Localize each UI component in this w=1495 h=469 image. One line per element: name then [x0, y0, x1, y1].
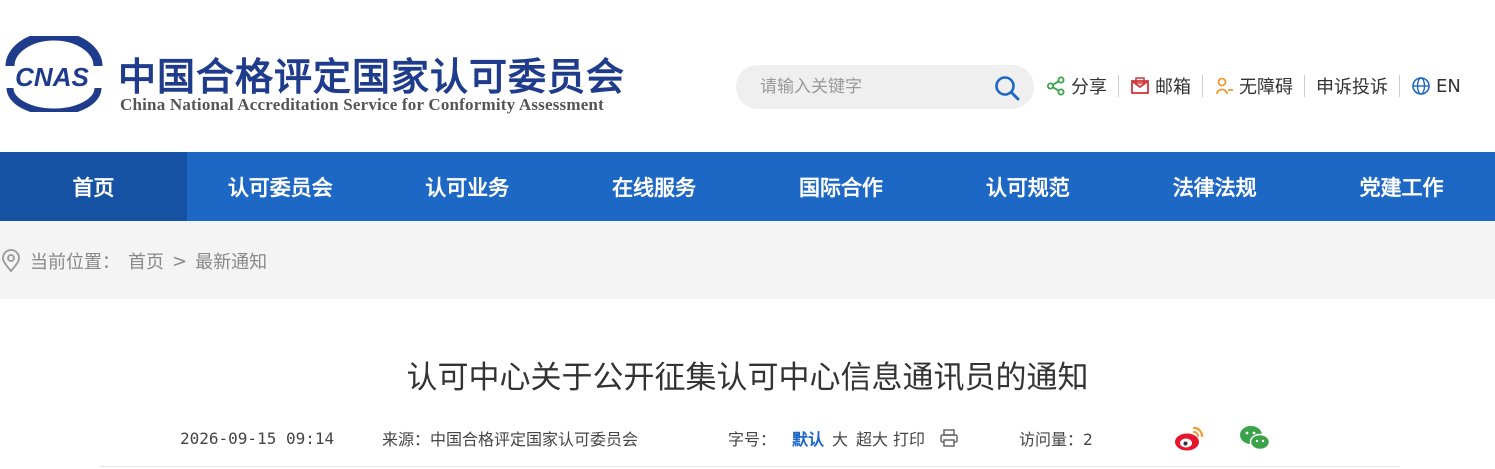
weibo-icon[interactable]	[1173, 424, 1205, 452]
print-button[interactable]: 打印	[893, 426, 1019, 450]
complaint-label: 申诉投诉	[1316, 77, 1388, 98]
header-toolbar: 分享 邮箱 无障碍 申诉投诉 EN	[1046, 73, 1472, 99]
font-size-xlarge[interactable]: 超大	[856, 426, 888, 450]
complaint-link[interactable]: 申诉投诉	[1305, 73, 1399, 99]
nav-international[interactable]: 国际合作	[748, 152, 935, 221]
breadcrumb: 当前位置： 首页 > 最新通知	[0, 248, 267, 274]
meta-divider	[100, 466, 1400, 467]
location-pin-icon	[2, 249, 20, 273]
breadcrumb-home-link[interactable]: 首页	[128, 248, 164, 274]
cnas-logo[interactable]: CNAS	[0, 31, 104, 116]
font-size-control: 字号： 默认 大 超大	[728, 426, 893, 450]
english-label: EN	[1436, 75, 1461, 97]
brand-name-en: China National Accreditation Service for…	[120, 95, 604, 114]
printer-icon	[940, 429, 958, 447]
search-box	[736, 65, 1034, 109]
breadcrumb-prefix: 当前位置：	[30, 252, 120, 273]
main-nav: 首页 认可委员会 认可业务 在线服务 国际合作 认可规范 法律法规 党建工作	[0, 152, 1495, 221]
nav-business[interactable]: 认可业务	[374, 152, 561, 221]
search-icon[interactable]	[994, 75, 1020, 101]
accessibility-link[interactable]: 无障碍	[1203, 73, 1304, 99]
article-title: 认可中心关于公开征集认可中心信息通讯员的通知	[406, 360, 1089, 396]
print-label: 打印	[893, 430, 926, 449]
nav-online-service[interactable]: 在线服务	[561, 152, 748, 221]
nav-laws[interactable]: 法律法规	[1121, 152, 1308, 221]
source-value: 中国合格评定国家认可委员会	[430, 430, 639, 449]
mail-label: 邮箱	[1155, 77, 1191, 98]
brand-name-cn: 中国合格评定国家认可委员会	[118, 54, 626, 99]
breadcrumb-current-link[interactable]: 最新通知	[195, 248, 267, 274]
article-meta: 2026-09-15 09:14 来源：中国合格评定国家认可委员会 字号： 默认…	[180, 424, 1305, 452]
logo-text: CNAS	[15, 62, 89, 92]
share-icon	[1047, 76, 1065, 96]
source-label: 来源：	[382, 430, 431, 449]
accessibility-label: 无障碍	[1239, 77, 1293, 98]
globe-icon	[1412, 77, 1430, 95]
accessibility-icon	[1216, 77, 1233, 95]
nav-party[interactable]: 党建工作	[1308, 152, 1495, 221]
share-label: 分享	[1071, 77, 1107, 98]
share-link[interactable]: 分享	[1046, 73, 1118, 99]
english-link[interactable]: EN	[1400, 73, 1472, 99]
visits-value: 2	[1083, 430, 1093, 449]
nav-home[interactable]: 首页	[0, 152, 187, 221]
article-source: 来源：中国合格评定国家认可委员会	[382, 426, 728, 450]
mail-link[interactable]: 邮箱	[1119, 73, 1202, 99]
nav-standards[interactable]: 认可规范	[934, 152, 1121, 221]
visit-count: 访问量：2	[1019, 426, 1173, 450]
site-header: CNAS 中国合格评定国家认可委员会 China National Accred…	[0, 0, 1495, 152]
font-size-default[interactable]: 默认	[792, 426, 824, 450]
breadcrumb-bar: 当前位置： 首页 > 最新通知	[0, 221, 1495, 299]
nav-committee[interactable]: 认可委员会	[187, 152, 374, 221]
font-size-large[interactable]: 大	[832, 426, 848, 450]
wechat-icon[interactable]	[1239, 424, 1271, 452]
breadcrumb-separator: >	[172, 250, 188, 272]
font-size-label: 字号：	[728, 430, 777, 449]
visits-label: 访问量：	[1019, 430, 1084, 449]
search-input[interactable]	[760, 75, 980, 99]
mail-icon	[1131, 77, 1149, 94]
article-date: 2026-09-15 09:14	[180, 428, 335, 448]
